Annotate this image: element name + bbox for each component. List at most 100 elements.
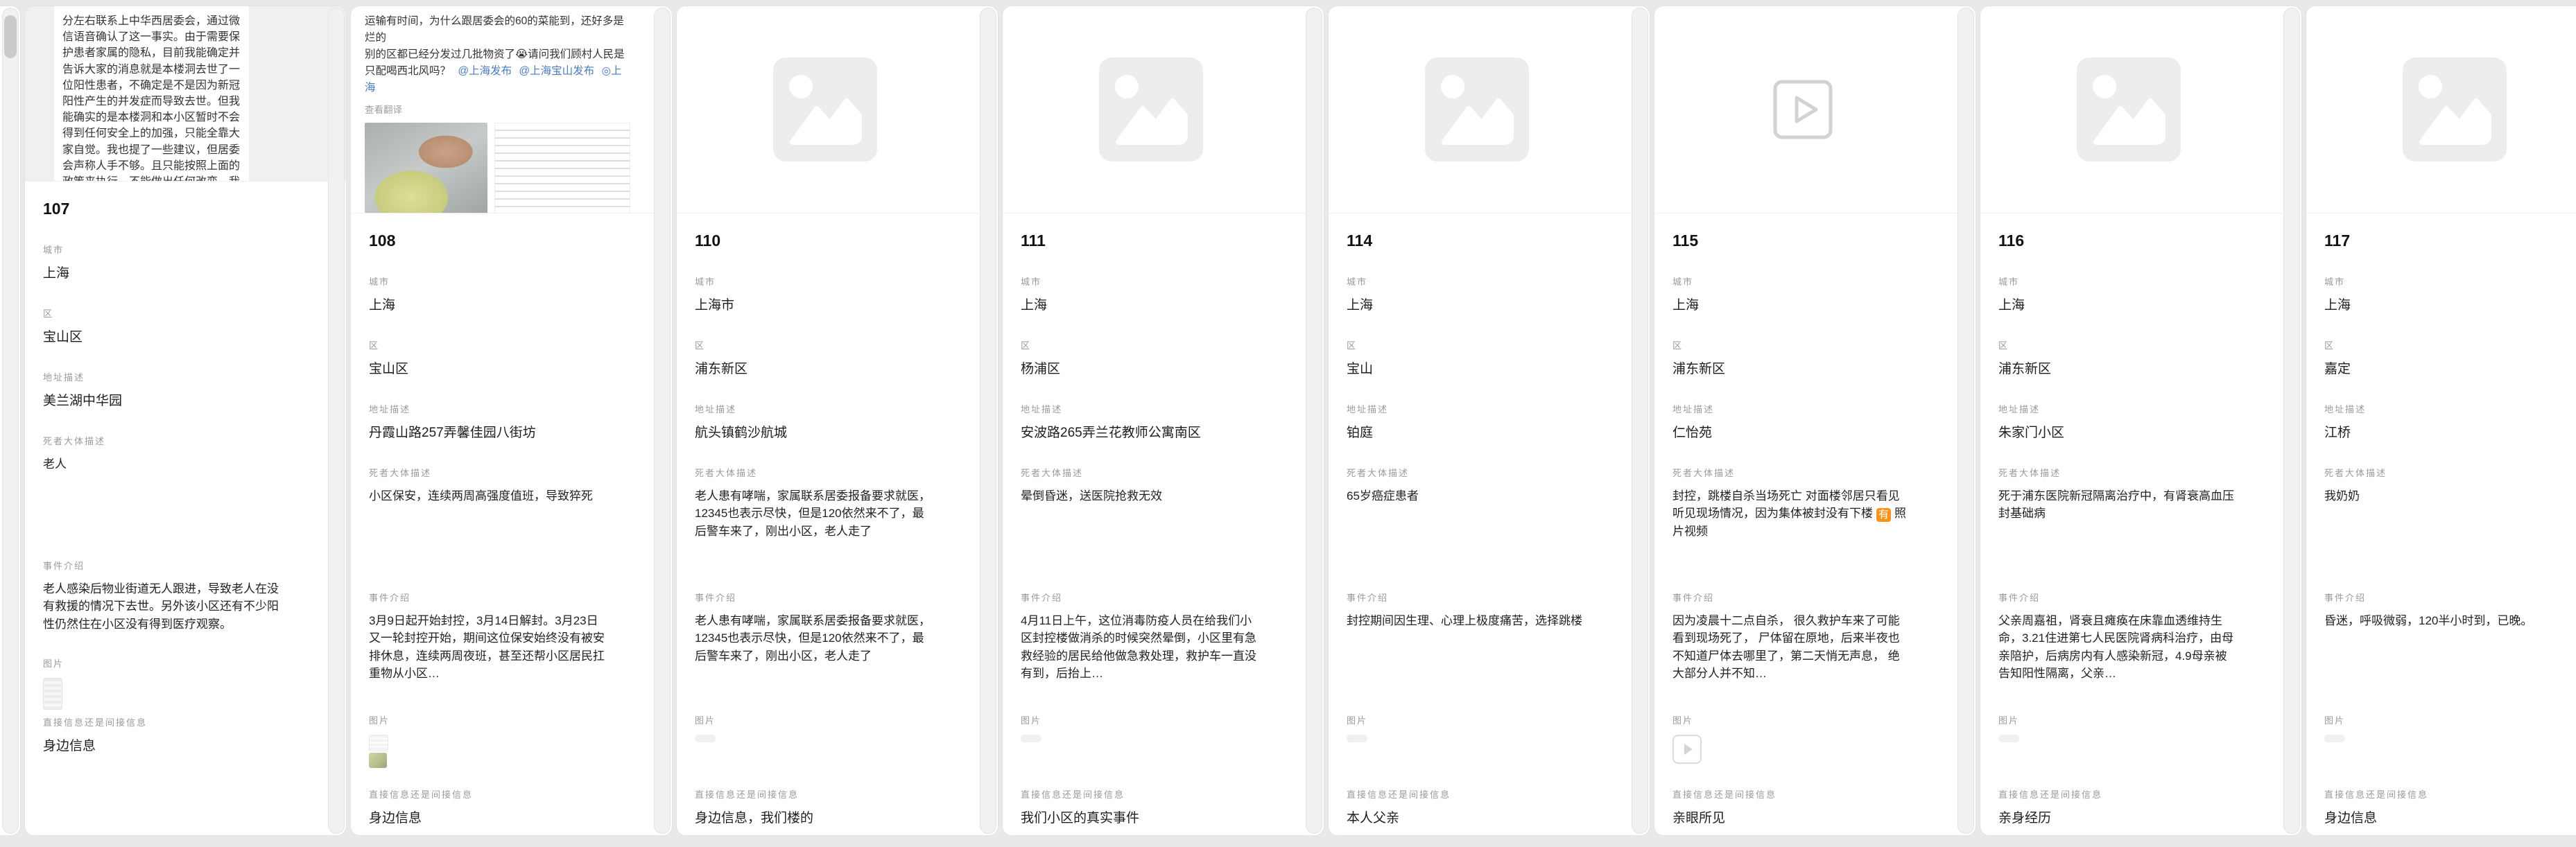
field-label-direct: 直接信息还是间接信息 [1021,787,1257,801]
field-value-district: 宝山区 [369,360,605,380]
card-scrollbar-track[interactable] [2,8,19,834]
field-value-event: 老人患有哮喘，家属联系居委报备要求就医，12345也表示尽快，但是120依然来不… [695,612,931,665]
field-label-city: 城市 [1672,274,1909,288]
card-content: 108 城市 上海 区 宝山区 地址描述 丹霞山路257弄馨佳园八街坊 死者大体… [351,213,672,828]
field-value-deceased: 封控，跳楼自杀当场死亡 对面楼邻居只看见听见现场情况，因为集体被封没有下楼有照片… [1672,487,1909,541]
card-gallery: 分左右联系上中华西居委会，通过微信语音确认了这一事实。由于需要保护患者家属的隐私… [0,0,2576,836]
image-placeholder-icon [1099,58,1203,161]
card-scrollbar-track[interactable] [1632,8,1648,834]
card-scrollbar-track[interactable] [328,8,345,834]
field-value-address: 丹霞山路257弄馨佳园八街坊 [369,424,605,444]
video-play-icon[interactable] [1772,79,1833,140]
record-card: 116 城市 上海 区 浦东新区 地址描述 朱家门小区 死者大体描述 死于浦东医… [1980,6,2302,836]
field-label-address: 地址描述 [695,402,931,415]
image-placeholder [1329,6,1650,213]
card-media [1329,6,1650,213]
image-placeholder [2306,6,2576,213]
record-card: 114 城市 上海 区 宝山 地址描述 铂庭 死者大体描述 65岁癌症患者 事件… [1328,6,1650,836]
wechat-text-screenshot[interactable]: 分左右联系上中华西居委会，通过微信语音确认了这一事实。由于需要保护患者家属的隐私… [25,6,346,181]
field-label-deceased: 死者大体描述 [1021,466,1257,479]
field-value-district: 宝山 [1347,360,1583,380]
image-attachment-row [2324,735,2561,742]
card-media [1003,6,1324,213]
field-label-image: 图片 [1347,713,1583,726]
field-label-district: 区 [695,338,931,351]
field-value-city: 上海 [2324,296,2561,316]
field-value-district: 嘉定 [2324,360,2561,380]
attachment-thumbnail[interactable] [369,735,388,751]
field-value-event: 父亲周嘉祖，肾衰且瘫痪在床靠血透维持生命，3.21住进第七人民医院肾病科治疗，由… [1998,612,2235,683]
card-scrollbar-track[interactable] [1306,8,1322,834]
field-value-deceased: 小区保安，连续两周高强度值班，导致猝死 [369,487,605,505]
card-scrollbar-thumb[interactable] [4,15,17,58]
field-label-image: 图片 [1672,713,1909,726]
card-content: 110 城市 上海市 区 浦东新区 地址描述 航头镇鹤沙航城 死者大体描述 老人… [677,213,998,828]
attachment-thumbnail[interactable] [369,753,387,768]
weibo-post-screenshot[interactable]: 运输有时间，为什么跟居委会的60的菜能到，还好多是烂的 别的区都已经分发过几批物… [351,6,672,213]
field-label-city: 城市 [695,274,931,288]
mention-link[interactable]: @上海宝山发布 [519,65,594,77]
field-label-event: 事件介绍 [1672,591,1909,604]
card-content: 111 城市 上海 区 杨浦区 地址描述 安波路265弄兰花教师公寓南区 死者大… [1003,213,1324,828]
field-label-address: 地址描述 [43,370,279,383]
rotten-cabbage-photo[interactable] [365,123,487,213]
field-label-direct: 直接信息还是间接信息 [1672,787,1909,801]
record-number: 110 [695,232,931,251]
video-attachment-thumbnail[interactable] [1672,735,1702,764]
field-label-direct: 直接信息还是间接信息 [1347,787,1583,801]
field-label-address: 地址描述 [1998,402,2235,415]
field-value-direct: 我们小区的真实事件 [1021,809,1257,829]
record-number: 114 [1347,232,1583,251]
empty-attachment-placeholder [1347,735,1367,742]
image-attachment-row [695,735,931,742]
view-translation-link[interactable]: 查看翻译 [365,102,630,116]
record-number: 115 [1672,232,1909,251]
field-label-district: 区 [43,306,279,320]
field-value-city: 上海 [369,296,605,316]
field-value-event: 封控期间因生理、心理上极度痛苦，选择跳楼 [1347,612,1583,630]
play-icon [1684,744,1693,755]
card-scrollbar-track[interactable] [654,8,671,834]
card-scrollbar-track[interactable] [1957,8,1974,834]
attachment-thumbnails[interactable] [369,735,605,768]
card-scrollbar-track[interactable] [980,8,996,834]
field-label-event: 事件介绍 [43,559,279,572]
field-value-city: 上海 [1998,296,2235,316]
field-value-district: 浦东新区 [695,360,931,380]
field-value-deceased: 我奶奶 [2324,487,2561,505]
field-value-city: 上海 [43,264,279,284]
record-card: 110 城市 上海市 区 浦东新区 地址描述 航头镇鹤沙航城 死者大体描述 老人… [676,6,999,836]
field-value-event: 老人感染后物业街道无人跟进，导致老人在没有救援的情况下去世。另外该小区还有不少阳… [43,580,279,634]
empty-attachment-placeholder [1998,735,2019,742]
record-number: 116 [1998,232,2235,251]
field-label-image: 图片 [43,656,279,670]
field-label-district: 区 [369,338,605,351]
mention-link[interactable]: @上海发布 [458,65,512,77]
image-attachment-row [1021,735,1257,742]
field-value-direct: 身边信息 [2324,809,2561,829]
long-text-screenshot[interactable] [494,123,630,213]
field-value-address: 仁怡苑 [1672,424,1909,444]
field-value-deceased: 死于浦东医院新冠隔离治疗中，有肾衰高血压封基础病 [1998,487,2235,523]
field-label-deceased: 死者大体描述 [1347,466,1583,479]
field-value-address: 美兰湖中华园 [43,392,279,412]
record-card: 117 城市 上海 区 嘉定 地址描述 江桥 死者大体描述 我奶奶 事件介绍 昏… [2306,6,2576,836]
field-label-event: 事件介绍 [369,591,605,604]
card-content: 114 城市 上海 区 宝山 地址描述 铂庭 死者大体描述 65岁癌症患者 事件… [1329,213,1650,828]
field-label-city: 城市 [1998,274,2235,288]
card-scrollbar-track[interactable] [2283,8,2300,834]
field-label-city: 城市 [43,243,279,256]
attachment-thumbnail[interactable] [43,678,62,710]
field-label-event: 事件介绍 [2324,591,2561,604]
field-label-deceased: 死者大体描述 [695,466,931,479]
card-media [2306,6,2576,213]
image-attachment-row [1998,735,2235,742]
card-content: 117 城市 上海 区 嘉定 地址描述 江桥 死者大体描述 我奶奶 事件介绍 昏… [2306,213,2576,828]
field-value-district: 浦东新区 [1998,360,2235,380]
field-label-address: 地址描述 [1021,402,1257,415]
image-placeholder-icon [2403,58,2507,161]
record-number: 111 [1021,232,1257,251]
image-placeholder [1003,6,1324,213]
field-label-image: 图片 [2324,713,2561,726]
field-label-direct: 直接信息还是间接信息 [43,715,279,728]
